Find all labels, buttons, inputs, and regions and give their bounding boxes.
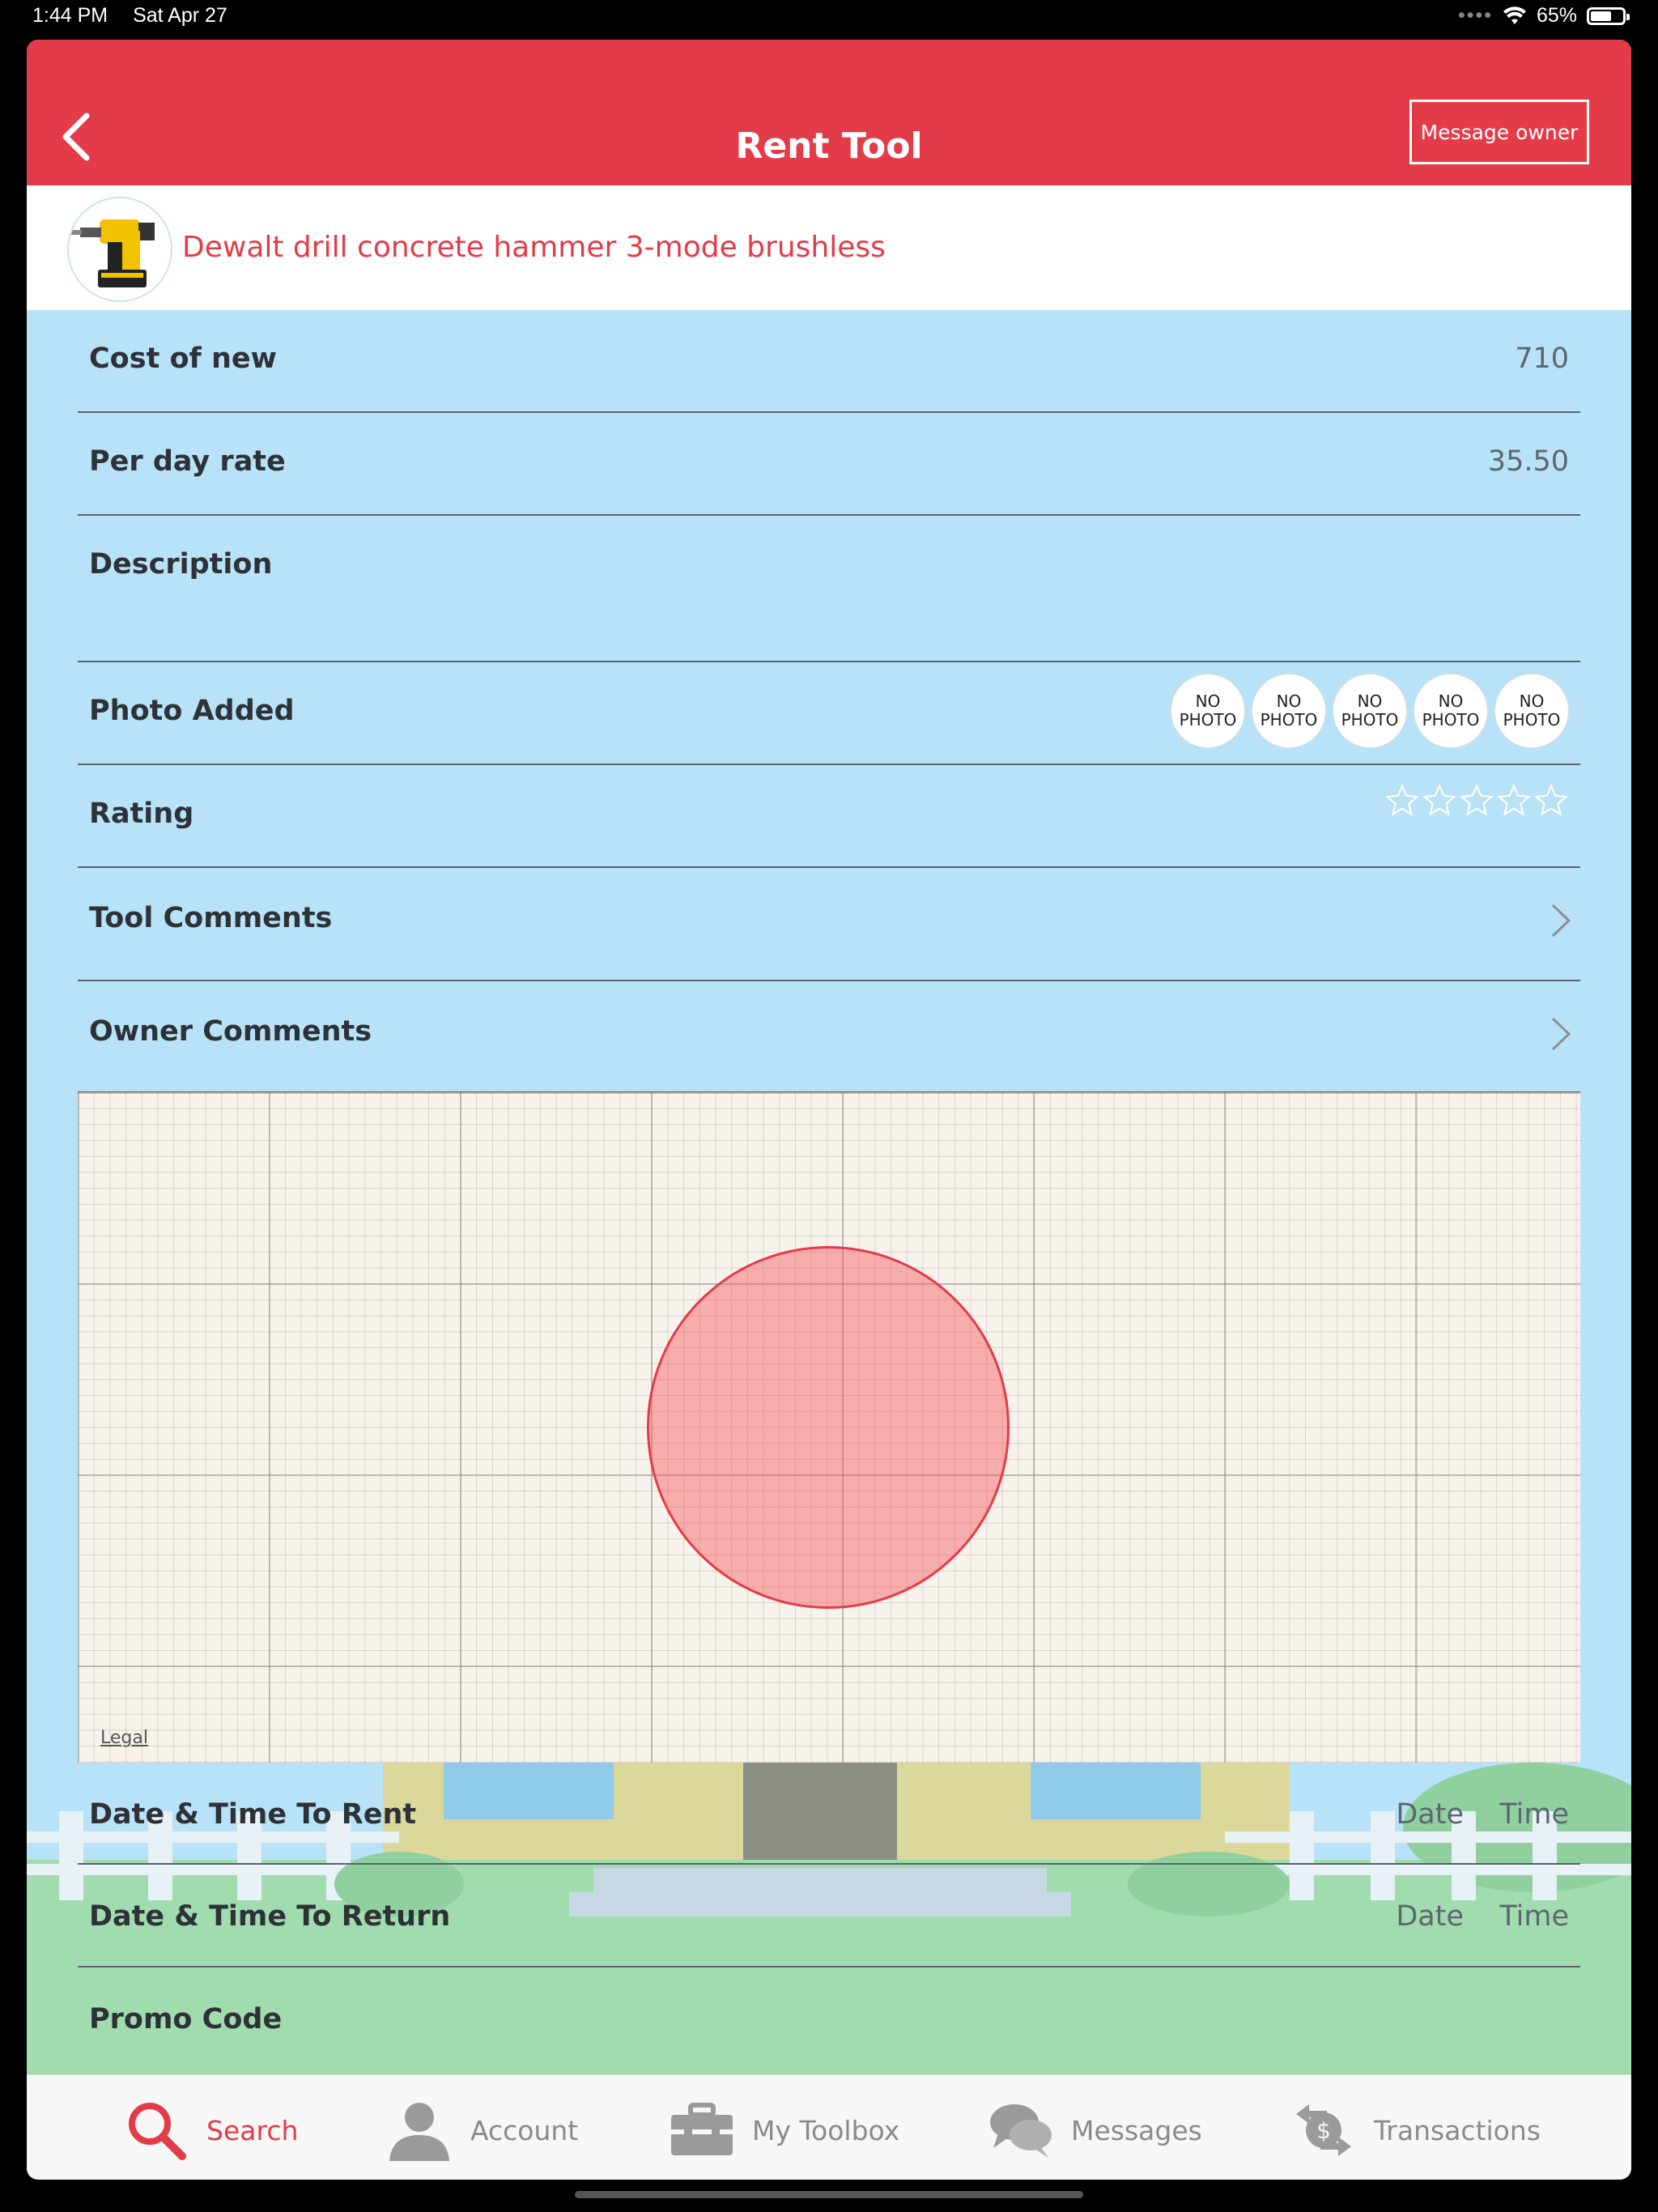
description-row: Description: [78, 516, 1580, 662]
per-day-rate-row: Per day rate 35.50: [78, 413, 1580, 516]
battery-percent: 65%: [1536, 4, 1577, 27]
promo-code-label: Promo Code: [89, 2003, 283, 2035]
cost-of-new-label: Cost of new: [89, 342, 277, 375]
photo-line2: PHOTO: [1341, 710, 1399, 730]
rating-row: Rating: [78, 765, 1580, 868]
per-day-rate-label: Per day rate: [89, 445, 286, 478]
star-icon: [1460, 783, 1494, 816]
rent-date-label: Date & Time To Rent: [89, 1798, 417, 1831]
location-map[interactable]: Legal: [78, 1092, 1580, 1763]
photo-line1: NO: [1438, 691, 1464, 711]
return-date-picker[interactable]: Date: [1396, 1900, 1464, 1933]
promo-code-row[interactable]: Promo Code: [78, 1967, 1580, 2074]
tab-search[interactable]: Search: [124, 2098, 298, 2163]
tool-name[interactable]: Dewalt drill concrete hammer 3-mode brus…: [182, 231, 886, 264]
rating-label: Rating: [89, 798, 194, 830]
tab-label: Messages: [1071, 2114, 1202, 2146]
tab-label: Transactions: [1374, 2114, 1541, 2146]
toolbox-icon: [671, 2103, 733, 2155]
tool-thumbnail: [67, 197, 172, 302]
photo-line2: PHOTO: [1503, 710, 1561, 730]
tab-my-toolbox[interactable]: My Toolbox: [670, 2098, 899, 2163]
photo-line1: NO: [1519, 691, 1545, 711]
chevron-right-icon: [1551, 1017, 1571, 1051]
svg-text:$: $: [1316, 2117, 1331, 2144]
battery-level: [1591, 11, 1611, 21]
tab-bar: Search Account My Toolbox Messages $ Tra…: [27, 2074, 1631, 2180]
cost-of-new-row: Cost of new 710: [78, 310, 1580, 413]
star-icon: [1385, 783, 1419, 816]
status-date: Sat Apr 27: [133, 4, 227, 27]
rental-area-circle: [647, 1246, 1010, 1609]
star-icon: [1497, 783, 1531, 816]
tab-account[interactable]: Account: [386, 2098, 578, 2163]
transactions-icon: $: [1296, 2104, 1351, 2156]
chevron-right-icon: [1551, 904, 1571, 938]
photo-line2: PHOTO: [1179, 710, 1237, 730]
photo-placeholder[interactable]: NO PHOTO: [1333, 674, 1407, 748]
rent-time-picker[interactable]: Time: [1499, 1798, 1569, 1831]
signal-dots-icon: ••••: [1457, 4, 1493, 27]
battery-icon: [1587, 6, 1630, 25]
drill-image: [70, 219, 155, 287]
account-icon: [389, 2103, 449, 2161]
photo-list: NO PHOTO NO PHOTO NO PHOTO NO PHOTO NO PHOTO: [1171, 674, 1569, 748]
messages-icon: [990, 2104, 1052, 2158]
wifi-icon: [1503, 6, 1526, 24]
tab-messages[interactable]: Messages: [988, 2098, 1202, 2163]
tool-comments-row[interactable]: Tool Comments: [78, 868, 1580, 981]
message-owner-button[interactable]: Message owner: [1409, 100, 1589, 164]
photo-line1: NO: [1276, 691, 1302, 711]
rent-date-row: Date & Time To Rent Date Time: [78, 1763, 1580, 1865]
tab-transactions[interactable]: $ Transactions: [1291, 2098, 1541, 2163]
tab-label: Search: [206, 2114, 299, 2146]
photo-added-label: Photo Added: [89, 695, 295, 727]
photo-placeholder[interactable]: NO PHOTO: [1494, 674, 1569, 748]
app-window: Rent Tool Message owner Dewalt drill con…: [27, 40, 1631, 2180]
owner-comments-label: Owner Comments: [89, 1015, 372, 1048]
owner-comments-row[interactable]: Owner Comments: [78, 981, 1580, 1093]
tab-label: My Toolbox: [752, 2114, 900, 2146]
tab-label: Account: [470, 2114, 579, 2146]
rent-date-picker[interactable]: Date: [1396, 1798, 1464, 1831]
per-day-rate-value: 35.50: [1487, 445, 1569, 478]
rating-stars: [1384, 783, 1569, 819]
map-legal-link[interactable]: Legal: [100, 1728, 148, 1748]
photo-placeholder[interactable]: NO PHOTO: [1414, 674, 1488, 748]
return-date-row: Date & Time To Return Date Time: [78, 1865, 1580, 1967]
return-date-label: Date & Time To Return: [89, 1900, 451, 1933]
tool-header: Dewalt drill concrete hammer 3-mode brus…: [27, 185, 1631, 310]
cost-of-new-value: 710: [1515, 342, 1569, 375]
search-icon: [129, 2103, 186, 2160]
photo-line2: PHOTO: [1422, 710, 1480, 730]
photo-placeholder[interactable]: NO PHOTO: [1171, 674, 1245, 748]
status-bar: 1:44 PM Sat Apr 27 •••• 65%: [0, 0, 1658, 36]
tool-comments-label: Tool Comments: [89, 902, 333, 934]
description-label: Description: [89, 548, 273, 581]
photo-line1: NO: [1357, 691, 1383, 711]
photo-line2: PHOTO: [1260, 710, 1318, 730]
photo-line1: NO: [1195, 691, 1221, 711]
photo-added-row: Photo Added NO PHOTO NO PHOTO NO PHOTO NO PH…: [78, 662, 1580, 765]
status-time: 1:44 PM: [32, 4, 108, 27]
nav-bar: Rent Tool Message owner: [27, 40, 1631, 185]
page-title: Rent Tool: [735, 125, 923, 167]
star-icon: [1422, 783, 1456, 816]
return-time-picker[interactable]: Time: [1499, 1900, 1569, 1933]
photo-placeholder[interactable]: NO PHOTO: [1252, 674, 1326, 748]
home-indicator[interactable]: [575, 2191, 1083, 2198]
star-icon: [1534, 783, 1568, 816]
